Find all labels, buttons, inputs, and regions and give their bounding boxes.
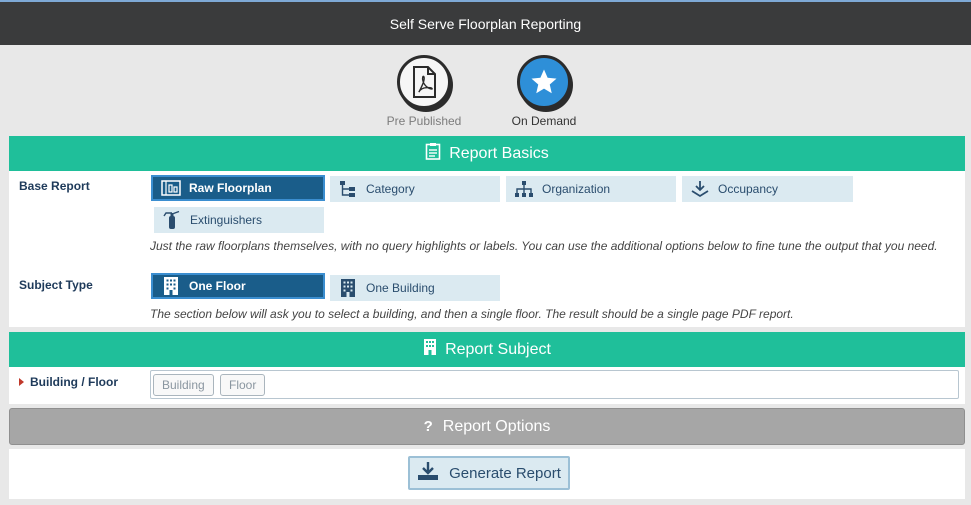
section-title: Report Options bbox=[442, 417, 551, 435]
option-category[interactable]: Category bbox=[330, 176, 500, 202]
subject-type-help-text: The section below will ask you to select… bbox=[150, 307, 794, 321]
report-basics-header: Report Basics bbox=[9, 136, 965, 171]
report-options-toggle[interactable]: ? Report Options bbox=[9, 408, 965, 445]
report-subject-header: Report Subject bbox=[9, 332, 965, 367]
section-title: Report Subject bbox=[445, 340, 551, 358]
category-tree-icon bbox=[338, 179, 358, 199]
section-title: Report Basics bbox=[449, 144, 549, 162]
generate-report-button[interactable]: Generate Report bbox=[408, 456, 570, 490]
question-icon: ? bbox=[423, 418, 433, 435]
pdf-file-icon bbox=[397, 55, 451, 109]
mode-label: On Demand bbox=[511, 114, 577, 128]
clipboard-icon bbox=[425, 142, 441, 165]
caret-right-icon bbox=[19, 378, 24, 386]
option-one-building[interactable]: One Building bbox=[330, 275, 500, 301]
option-one-floor[interactable]: One Floor bbox=[151, 273, 325, 299]
base-report-label: Base Report bbox=[19, 179, 90, 193]
download-icon bbox=[417, 461, 439, 485]
option-occupancy[interactable]: Occupancy bbox=[682, 176, 853, 202]
mode-label: Pre Published bbox=[386, 114, 462, 128]
building-chip[interactable]: Building bbox=[153, 374, 214, 396]
org-chart-icon bbox=[514, 179, 534, 199]
building-floor-field[interactable]: Building Floor bbox=[150, 370, 959, 399]
building-floor-label: Building / Floor bbox=[19, 375, 118, 389]
occupancy-icon bbox=[690, 179, 710, 199]
mode-pre-published[interactable]: Pre Published bbox=[379, 55, 469, 128]
option-extinguishers[interactable]: Extinguishers bbox=[154, 207, 324, 233]
fire-extinguisher-icon bbox=[162, 210, 182, 230]
floor-chip[interactable]: Floor bbox=[220, 374, 266, 396]
mode-on-demand[interactable]: On Demand bbox=[499, 55, 589, 128]
option-organization[interactable]: Organization bbox=[506, 176, 676, 202]
building-icon bbox=[423, 338, 437, 361]
subject-type-label: Subject Type bbox=[19, 278, 93, 292]
page-title: Self Serve Floorplan Reporting bbox=[389, 15, 582, 32]
base-report-help-text: Just the raw floorplans themselves, with… bbox=[150, 239, 938, 253]
app-header: Self Serve Floorplan Reporting bbox=[0, 0, 971, 45]
floorplan-icon bbox=[161, 178, 181, 198]
star-icon bbox=[517, 55, 571, 109]
option-raw-floorplan[interactable]: Raw Floorplan bbox=[151, 175, 325, 201]
building-icon bbox=[338, 278, 358, 298]
floor-building-icon bbox=[161, 276, 181, 296]
